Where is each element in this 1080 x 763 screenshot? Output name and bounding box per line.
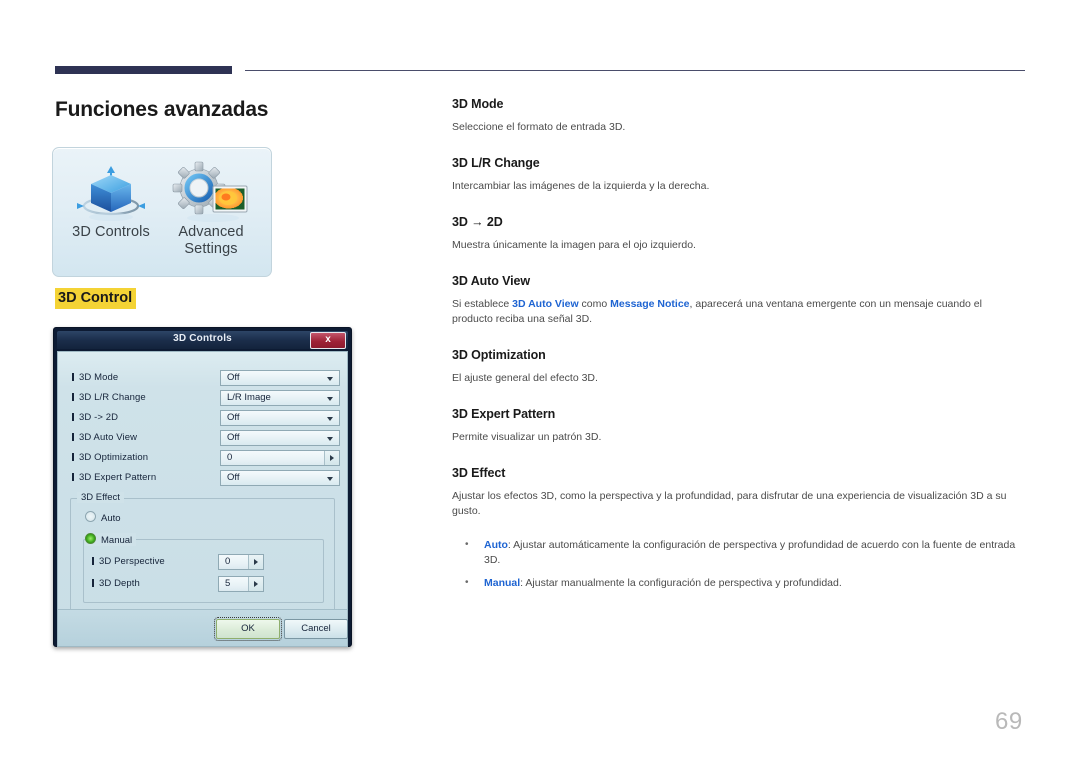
text-part: Si establece [452, 298, 513, 310]
row-label: 3D Mode [72, 372, 118, 383]
row-3d-to-2d: 3D -> 2D Off [72, 410, 340, 428]
gear-picture-icon [161, 158, 261, 226]
dropdown-value: Off [227, 472, 240, 483]
header-rule [55, 66, 1025, 76]
row-3d-expert-pattern: 3D Expert Pattern Off [72, 470, 340, 488]
dropdown-value: Off [227, 432, 240, 443]
term-manual: Manual [484, 577, 521, 589]
body-3d-to-2d: Muestra únicamente la imagen para el ojo… [452, 239, 696, 251]
body-3d-effect: Ajustar los efectos 3D, como la perspect… [452, 490, 1007, 517]
content-column: 3D Mode Seleccione el formato de entrada… [452, 97, 1025, 599]
cancel-button[interactable]: Cancel [284, 619, 348, 639]
radio-dot-manual [85, 533, 96, 544]
dropdown-3d-expert-pattern[interactable]: Off [220, 470, 340, 486]
row-3d-depth: 3D Depth 5 [92, 576, 317, 594]
row-label: 3D Depth [92, 578, 140, 589]
icon-caption-3d-controls: 3D Controls [72, 224, 150, 240]
heading-3d-effect: 3D Effect [452, 466, 506, 480]
row-label: 3D L/R Change [72, 392, 146, 403]
term-auto: Auto [484, 539, 508, 551]
heading-3d-expert-pattern: 3D Expert Pattern [452, 407, 556, 421]
chevron-down-icon [327, 417, 333, 421]
stepper-3d-depth[interactable]: 5 [218, 576, 264, 592]
radio-dot-auto [85, 511, 96, 522]
link-message-notice: Message Notice [610, 298, 690, 310]
page-number: 69 [995, 708, 1023, 735]
row-label: 3D Expert Pattern [72, 472, 156, 483]
chevron-down-icon [327, 397, 333, 401]
close-icon[interactable]: x [310, 332, 346, 349]
link-3d-auto-view: 3D Auto View [512, 298, 579, 310]
radio-label-auto: Auto [101, 513, 121, 524]
row-3d-mode: 3D Mode Off [72, 370, 340, 388]
body-3d-mode: Seleccione el formato de entrada 3D. [452, 121, 626, 133]
stepper-value: 5 [225, 578, 231, 589]
stepper-value: 0 [225, 556, 231, 567]
chevron-right-icon [254, 581, 258, 587]
chevron-down-icon [327, 377, 333, 381]
row-3d-perspective: 3D Perspective 0 [92, 554, 317, 572]
icon-panel: 3D Controls Advanced Settings [52, 147, 272, 277]
body-3d-lr-change: Intercambiar las imágenes de la izquierd… [452, 180, 710, 192]
row-label: 3D Perspective [92, 556, 165, 567]
section-tag: 3D Control [55, 288, 137, 309]
dropdown-value: Off [227, 412, 240, 423]
header-rule-thin [245, 70, 1025, 71]
dropdown-value: Off [227, 372, 240, 383]
dialog-titlebar: 3D Controls x [57, 331, 348, 349]
row-label: 3D -> 2D [72, 412, 118, 423]
row-3d-lr-change: 3D L/R Change L/R Image [72, 390, 340, 408]
body-3d-auto-view: Si establece 3D Auto View como Message N… [452, 297, 1025, 327]
heading-3d-auto-view: 3D Auto View [452, 274, 530, 288]
heading-3d-to-2d: 3D → 2D [452, 215, 503, 229]
term-text: : Ajustar automáticamente la configuraci… [484, 539, 1016, 566]
group-3d-effect: 3D Effect Auto Manual 3D Perspective 0 3… [70, 492, 335, 612]
heading-3d-mode: 3D Mode [452, 97, 504, 111]
stepper-3d-perspective[interactable]: 0 [218, 554, 264, 570]
radio-label-manual: Manual [101, 535, 133, 546]
osd-dialog-3d-controls: 3D Controls x 3D Mode Off 3D L/R Change … [53, 327, 352, 647]
body-3d-expert-pattern: Permite visualizar un patrón 3D. [452, 431, 602, 443]
dropdown-3d-lr-change[interactable]: L/R Image [220, 390, 340, 406]
bullet-list-3d-effect: Auto: Ajustar automáticamente la configu… [452, 537, 1025, 591]
radio-manual[interactable]: Manual [85, 533, 137, 546]
term-text: : Ajustar manualmente la configuración d… [520, 577, 842, 589]
header-rule-thick [55, 66, 232, 74]
3d-cube-icon [61, 158, 161, 226]
dialog-body: 3D Mode Off 3D L/R Change L/R Image 3D -… [57, 351, 348, 647]
heading-3d-optimization: 3D Optimization [452, 348, 546, 362]
chevron-right-icon [254, 559, 258, 565]
chevron-right-icon [330, 455, 334, 461]
body-3d-optimization: El ajuste general del efecto 3D. [452, 372, 598, 384]
radio-auto[interactable]: Auto [85, 511, 121, 524]
stepper-3d-optimization[interactable]: 0 [220, 450, 340, 466]
icon-tile-advanced-settings: Advanced Settings [161, 158, 261, 268]
chevron-down-icon [327, 477, 333, 481]
dialog-title: 3D Controls [173, 333, 232, 344]
dropdown-3d-to-2d[interactable]: Off [220, 410, 340, 426]
dialog-footer: OK Cancel [58, 609, 348, 646]
icon-caption-advanced-settings: Advanced Settings [178, 224, 244, 257]
group-legend-3d-effect: 3D Effect [77, 492, 124, 503]
list-item: Auto: Ajustar automáticamente la configu… [452, 537, 1025, 568]
text-part: como [578, 298, 611, 310]
page-title: Funciones avanzadas [55, 98, 269, 121]
dropdown-value: L/R Image [227, 392, 271, 403]
icon-tile-3d-controls: 3D Controls [61, 158, 161, 268]
list-item: Manual: Ajustar manualmente la configura… [452, 575, 1025, 591]
row-3d-optimization: 3D Optimization 0 [72, 450, 340, 468]
ok-button[interactable]: OK [214, 617, 282, 641]
row-label: 3D Auto View [72, 432, 137, 443]
row-3d-auto-view: 3D Auto View Off [72, 430, 340, 448]
group-manual-settings: 3D Perspective 0 3D Depth 5 [83, 539, 324, 603]
row-label: 3D Optimization [72, 452, 148, 463]
dropdown-3d-mode[interactable]: Off [220, 370, 340, 386]
heading-3d-lr-change: 3D L/R Change [452, 156, 540, 170]
stepper-value: 0 [227, 452, 233, 463]
chevron-down-icon [327, 437, 333, 441]
dropdown-3d-auto-view[interactable]: Off [220, 430, 340, 446]
